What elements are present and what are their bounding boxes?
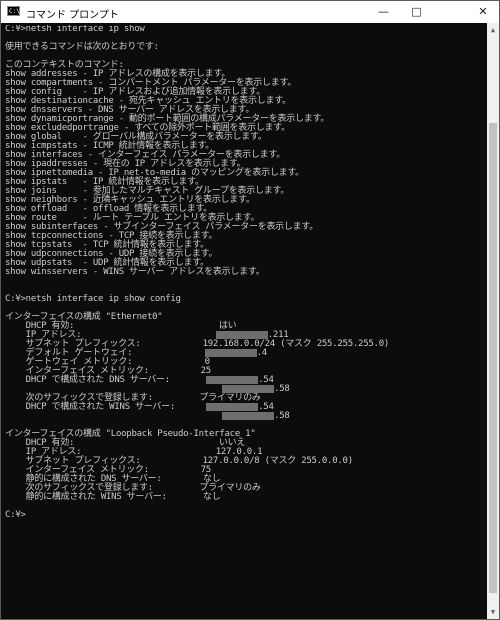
close-icon[interactable]: ✕ bbox=[467, 1, 499, 23]
vertical-scrollbar[interactable]: ▲ ▼ bbox=[487, 23, 499, 619]
cmd-app-icon[interactable]: C:\ bbox=[7, 6, 20, 16]
redacted-block bbox=[206, 376, 259, 384]
console-line: C:¥>netsh interface ip show config bbox=[5, 294, 181, 304]
console-output[interactable]: C:¥>netsh interface ip show 使用できるコマンドは次のと… bbox=[5, 25, 485, 617]
scroll-down-icon[interactable]: ▼ bbox=[487, 605, 499, 619]
console-text: .58 bbox=[274, 411, 290, 421]
window-title: コマンド プロンプト bbox=[26, 10, 119, 21]
console-line: show winsservers - WINS サーバー アドレスを表示します。 bbox=[5, 267, 265, 277]
command-prompt-window: C:\ コマンド プロンプト — □ ✕ C:¥>netsh interface… bbox=[0, 0, 500, 620]
console-line: 静的に構成された WINS サーバー: なし bbox=[5, 492, 221, 502]
console-text: .58 bbox=[274, 384, 290, 394]
redacted-block bbox=[222, 385, 275, 393]
maximize-icon[interactable]: □ bbox=[400, 1, 433, 23]
console-line: 使用できるコマンドは次のとおりです: bbox=[5, 42, 159, 52]
console-text: .54 bbox=[258, 375, 274, 385]
minimize-icon[interactable]: — bbox=[367, 1, 400, 23]
scroll-up-icon[interactable]: ▲ bbox=[487, 23, 499, 37]
console-line: .58 bbox=[5, 412, 485, 421]
scrollbar-thumb[interactable] bbox=[489, 123, 497, 593]
redacted-block bbox=[204, 349, 257, 357]
redacted-block bbox=[215, 331, 268, 339]
title-bar[interactable]: C:\ コマンド プロンプト — □ ✕ bbox=[1, 1, 499, 23]
redacted-block bbox=[222, 412, 275, 420]
redacted-block bbox=[206, 403, 259, 411]
console-line: C:¥> bbox=[5, 510, 26, 520]
console-text: .4 bbox=[256, 348, 268, 358]
console-line: C:¥>netsh interface ip show bbox=[5, 25, 145, 34]
console-text: .54 bbox=[258, 402, 274, 412]
